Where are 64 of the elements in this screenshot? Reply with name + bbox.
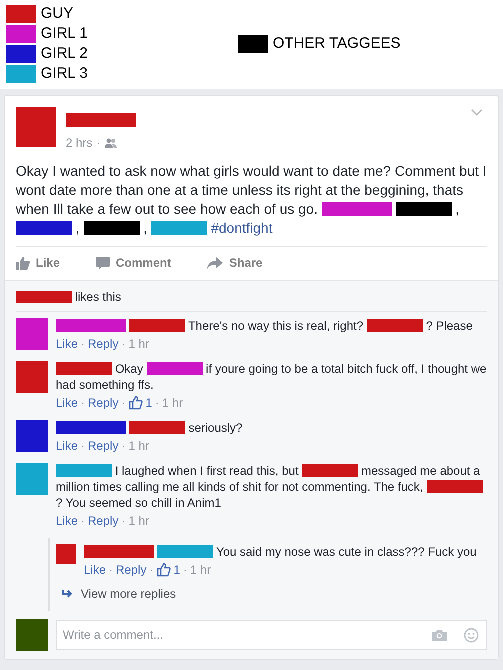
legend-label: GUY xyxy=(41,5,74,22)
post-text: Okay I wanted to ask now what girls would want to date me? Comment but I wont date more than one at a time unless its right at the beggining, thats when Ill take a few out to see how each of us go. , , , #dontfight xyxy=(16,162,487,238)
avatar[interactable] xyxy=(16,318,48,350)
separator-dot: · xyxy=(122,337,126,351)
likes-text: likes this xyxy=(16,281,487,312)
share-button[interactable]: Share xyxy=(207,256,269,270)
separator-dot: · xyxy=(122,514,126,528)
thumbs-up-icon xyxy=(16,256,30,270)
like-link[interactable]: Like xyxy=(56,337,78,351)
view-more-link[interactable]: View more replies xyxy=(81,587,176,601)
separator-dot: · xyxy=(109,563,114,577)
avatar[interactable] xyxy=(16,420,48,452)
separator-dot: · xyxy=(122,396,126,410)
avatar[interactable] xyxy=(56,544,76,564)
thumbs-up-icon xyxy=(128,396,143,410)
share-arrow-icon xyxy=(207,256,224,270)
chevron-down-icon[interactable] xyxy=(471,109,483,117)
like-button[interactable]: Like xyxy=(16,256,66,270)
legend-label: OTHER TAGGEES xyxy=(272,35,401,52)
comment-time: 1 hr xyxy=(190,563,212,577)
comment-text: There's no way this is real, right? ? Please xyxy=(56,318,487,334)
legend-label: GIRL 3 xyxy=(41,65,88,82)
separator-dot: · xyxy=(96,136,101,150)
separator-dot: · xyxy=(81,396,86,410)
like-link[interactable]: Like xyxy=(56,439,78,453)
like-link[interactable]: Like xyxy=(84,563,106,577)
avatar[interactable] xyxy=(16,361,48,393)
reply-link[interactable]: Reply xyxy=(116,563,147,577)
comment-text: I laughed when I first read this, but messaged me about a million times calling me all kinds of shit for not commenting. The fuck, ? You seemed so chill in Anim1 xyxy=(56,463,487,511)
reply-link[interactable]: Reply xyxy=(88,337,119,351)
speech-bubble-icon xyxy=(96,256,110,270)
comment-time: 1 hr xyxy=(162,396,184,410)
comment-time: 1 hr xyxy=(128,514,150,528)
legend-label: GIRL 2 xyxy=(41,45,88,62)
separator-dot: · xyxy=(81,439,86,453)
separator-dot: · xyxy=(81,337,86,351)
separator-dot: · xyxy=(155,396,160,410)
friends-icon xyxy=(104,138,117,148)
like-count: 1 xyxy=(174,563,180,577)
avatar[interactable] xyxy=(16,107,56,147)
comment-input-field[interactable]: Write a comment... xyxy=(56,620,487,650)
like-link[interactable]: Like xyxy=(56,514,78,528)
reply-link[interactable]: Reply xyxy=(88,439,119,453)
post-time: 2 hrs xyxy=(66,136,93,150)
avatar[interactable] xyxy=(16,463,48,495)
comment-text: Okay if youre going to be a total bitch fuck off, I thought we had something ffs. xyxy=(56,361,487,393)
legend-label: GIRL 1 xyxy=(41,25,88,42)
reply-arrow-icon xyxy=(62,590,73,598)
separator-dot: · xyxy=(81,514,86,528)
comment-button[interactable]: Comment xyxy=(96,256,178,270)
smiley-icon[interactable] xyxy=(464,628,479,643)
comment-text: seriously? xyxy=(56,420,487,436)
reply-link[interactable]: Reply xyxy=(88,514,119,528)
like-link[interactable]: Like xyxy=(56,396,78,410)
camera-icon[interactable] xyxy=(432,629,447,641)
thumbs-up-icon xyxy=(156,563,171,577)
comment-time: 1 hr xyxy=(128,439,150,453)
separator-dot: · xyxy=(183,563,188,577)
separator-dot: · xyxy=(122,439,126,453)
comment-time: 1 hr xyxy=(128,337,150,351)
like-count: 1 xyxy=(146,396,152,410)
reply-link[interactable]: Reply xyxy=(88,396,119,410)
separator-dot: · xyxy=(150,563,154,577)
comment-text: You said my nose was cute in class??? Fuck you xyxy=(84,544,487,560)
